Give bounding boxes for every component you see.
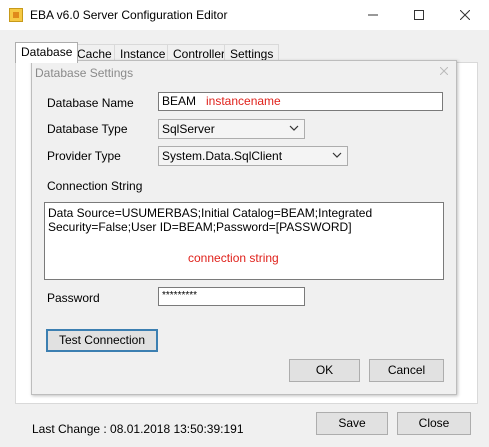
chevron-down-icon	[332, 152, 342, 158]
tab-database[interactable]: Database	[15, 42, 79, 63]
connection-string-label: Connection String	[47, 179, 143, 193]
database-type-label: Database Type	[47, 122, 128, 136]
chevron-down-icon	[289, 125, 299, 131]
password-input[interactable]: *********	[158, 287, 305, 306]
database-name-value: BEAM	[162, 94, 197, 108]
minimize-icon	[368, 14, 378, 16]
close-window-button[interactable]: Close	[397, 412, 471, 435]
test-connection-button[interactable]: Test Connection	[46, 329, 158, 352]
database-settings-dialog: Database Settings Database Name BEAM ins…	[31, 60, 457, 395]
connection-string-annotation: connection string	[188, 251, 279, 265]
ok-button[interactable]: OK	[289, 359, 360, 382]
dialog-close-button[interactable]	[435, 63, 453, 79]
database-type-value: SqlServer	[162, 122, 215, 136]
save-button[interactable]: Save	[316, 412, 388, 435]
instancename-annotation: instancename	[206, 94, 281, 108]
database-name-label: Database Name	[47, 96, 134, 110]
provider-type-label: Provider Type	[47, 149, 121, 163]
app-icon	[9, 8, 23, 22]
dialog-title: Database Settings	[35, 66, 134, 80]
connection-string-textarea[interactable]: Data Source=USUMERBAS;Initial Catalog=BE…	[44, 202, 444, 280]
title-bar: EBA v6.0 Server Configuration Editor	[0, 0, 489, 30]
database-type-select[interactable]: SqlServer	[158, 119, 305, 139]
database-name-input[interactable]: BEAM instancename	[158, 92, 443, 111]
last-change-text: Last Change : 08.01.2018 13:50:39:191	[32, 422, 244, 436]
connection-string-value: Data Source=USUMERBAS;Initial Catalog=BE…	[48, 206, 373, 234]
provider-type-value: System.Data.SqlClient	[162, 149, 283, 163]
password-label: Password	[47, 291, 100, 305]
close-icon	[440, 67, 448, 75]
maximize-icon	[414, 10, 424, 20]
password-value: *********	[162, 290, 198, 301]
cancel-button[interactable]: Cancel	[369, 359, 444, 382]
close-icon	[460, 10, 470, 20]
provider-type-select[interactable]: System.Data.SqlClient	[158, 146, 348, 166]
window-title: EBA v6.0 Server Configuration Editor	[30, 8, 228, 22]
minimize-button[interactable]	[350, 0, 396, 30]
close-button[interactable]	[442, 0, 488, 30]
maximize-button[interactable]	[396, 0, 442, 30]
